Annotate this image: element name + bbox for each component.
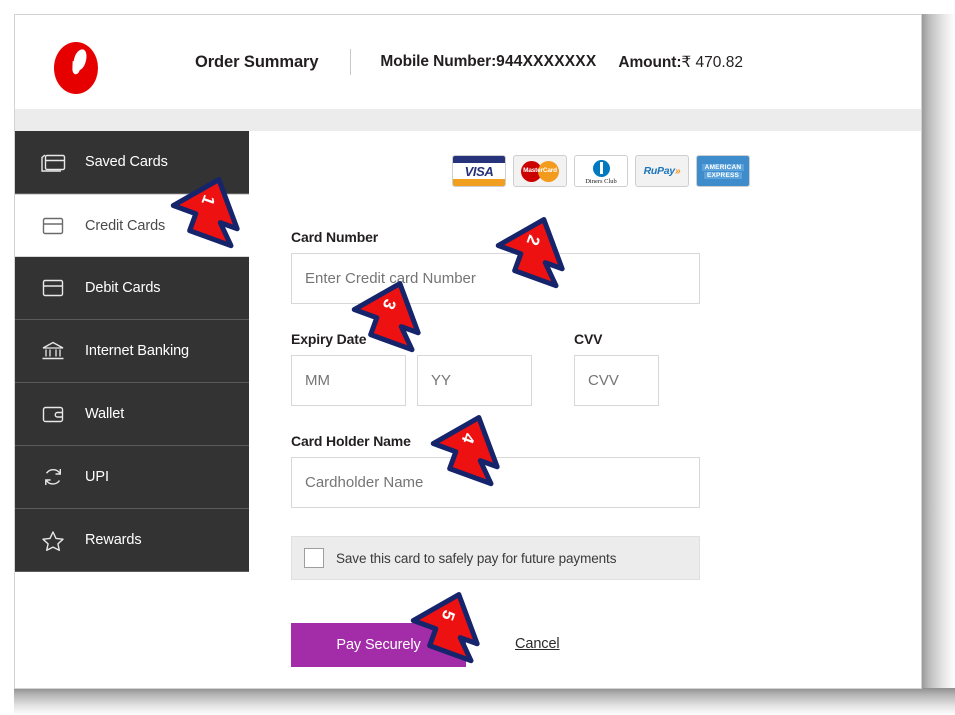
page-frame: Order Summary Mobile Number:944XXXXXXX A… <box>0 0 955 715</box>
diners-club-logo-text: Diners Club <box>585 177 617 185</box>
amount-block: Amount:₹ 470.82 <box>618 53 743 72</box>
save-card-checkbox[interactable] <box>304 548 324 568</box>
page-header: Order Summary Mobile Number:944XXXXXXX A… <box>15 15 921 109</box>
save-card-row[interactable]: Save this card to safely pay for future … <box>291 536 700 580</box>
credit-card-form-panel: VISA MasterCard Diners Club RuPay» AMERI… <box>249 131 921 688</box>
sidebar-item-label: Internet Banking <box>85 343 189 359</box>
sidebar-item-label: Rewards <box>85 532 142 548</box>
sidebar-item-label: Debit Cards <box>85 280 161 296</box>
sidebar-item-label: Saved Cards <box>85 154 168 170</box>
save-card-label: Save this card to safely pay for future … <box>336 550 617 566</box>
card-holder-name-label: Card Holder Name <box>291 433 411 449</box>
payment-page-card: Order Summary Mobile Number:944XXXXXXX A… <box>14 14 922 689</box>
accepted-card-logos: VISA MasterCard Diners Club RuPay» AMERI… <box>452 155 750 187</box>
card-number-label: Card Number <box>291 229 379 245</box>
mastercard-logo: MasterCard <box>513 155 567 187</box>
header-text-group: Order Summary Mobile Number:944XXXXXXX A… <box>195 15 743 109</box>
amount-label: Amount: <box>618 53 682 71</box>
cvv-input[interactable] <box>574 355 659 406</box>
expiry-month-input[interactable] <box>291 355 406 406</box>
sidebar-item-upi[interactable]: UPI <box>15 446 249 509</box>
mobile-number-value: 944XXXXXXX <box>496 53 597 70</box>
refresh-cycle-icon <box>39 464 67 490</box>
amount-value: ₹ 470.82 <box>681 53 743 71</box>
expiry-year-input[interactable] <box>417 355 532 406</box>
sidebar-item-rewards[interactable]: Rewards <box>15 509 249 572</box>
mobile-number-block: Mobile Number:944XXXXXXX <box>380 53 596 71</box>
payment-methods-sidebar: Saved Cards Credit Cards Debit Cards Int… <box>15 131 249 572</box>
mobile-number-label: Mobile Number: <box>380 53 497 70</box>
rupay-logo: RuPay» <box>635 155 689 187</box>
page-title: Order Summary <box>195 52 319 71</box>
sidebar-item-saved-cards[interactable]: Saved Cards <box>15 131 249 194</box>
card-number-input[interactable] <box>291 253 700 304</box>
sidebar-item-internet-banking[interactable]: Internet Banking <box>15 320 249 383</box>
card-holder-name-input[interactable] <box>291 457 700 508</box>
amex-logo-line2: EXPRESS <box>703 171 743 179</box>
sidebar-item-label: Credit Cards <box>85 217 166 234</box>
visa-logo: VISA <box>452 155 506 187</box>
wallet-icon <box>39 401 67 427</box>
diners-club-logo: Diners Club <box>574 155 628 187</box>
mastercard-logo-text: MasterCard <box>523 167 557 174</box>
debit-card-icon <box>39 275 67 301</box>
visa-logo-text: VISA <box>464 163 494 179</box>
cvv-label: CVV <box>574 331 603 347</box>
saved-cards-icon <box>39 149 67 175</box>
sidebar-item-wallet[interactable]: Wallet <box>15 383 249 446</box>
sidebar-item-credit-cards[interactable]: Credit Cards <box>15 194 249 257</box>
rupay-logo-accent: » <box>674 165 681 177</box>
cancel-link[interactable]: Cancel <box>515 636 560 652</box>
star-icon <box>39 527 67 553</box>
sidebar-item-label: UPI <box>85 469 109 485</box>
content-top-strip <box>15 109 921 131</box>
rupay-logo-text: RuPay <box>643 165 675 177</box>
header-divider <box>350 49 352 75</box>
sidebar-item-debit-cards[interactable]: Debit Cards <box>15 257 249 320</box>
page-body: Saved Cards Credit Cards Debit Cards Int… <box>15 109 921 688</box>
credit-card-icon <box>39 213 67 239</box>
pay-securely-button[interactable]: Pay Securely <box>291 623 466 667</box>
sidebar-item-label: Wallet <box>85 406 125 422</box>
vodafone-logo <box>48 40 104 96</box>
page-shadow-bottom <box>14 688 955 715</box>
expiry-date-label: Expiry Date <box>291 331 367 347</box>
amex-logo: AMERICAN EXPRESS <box>696 155 750 187</box>
amex-logo-line1: AMERICAN <box>701 163 745 171</box>
bank-icon <box>39 338 67 364</box>
page-shadow-right <box>922 14 955 715</box>
